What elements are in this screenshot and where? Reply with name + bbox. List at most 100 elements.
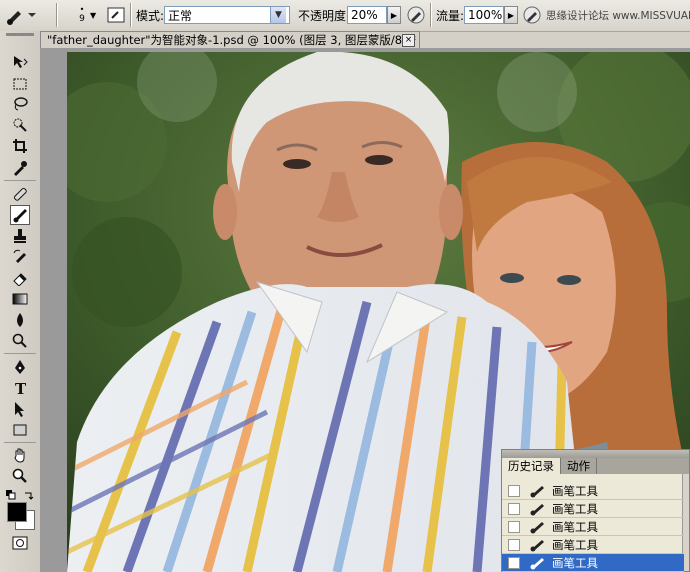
foreground-color-swatch[interactable] [7, 502, 27, 522]
rectangle-icon [13, 424, 27, 436]
opacity-slider-button[interactable]: ▶ [387, 6, 401, 24]
pen-icon [15, 360, 25, 374]
dodge-icon [12, 333, 27, 348]
path-selection-tool[interactable] [10, 399, 30, 419]
watermark-text: 思缘设计论坛 www.MISSVUAN.com [546, 9, 690, 22]
history-item-label: 画笔工具 [552, 537, 598, 552]
svg-text:T: T [15, 380, 27, 396]
type-tool[interactable]: T [10, 378, 30, 398]
history-item-label: 画笔工具 [552, 555, 598, 570]
move-tool[interactable] [10, 52, 30, 72]
eraser-icon [13, 273, 27, 286]
opacity-input[interactable]: 20% [347, 6, 387, 24]
gradient-tool[interactable] [10, 289, 30, 309]
airbrush-icon [523, 6, 541, 24]
brush-tool-preset-picker[interactable] [4, 4, 38, 26]
history-panel: 历史记录 动作 画笔工具 画笔工具 画笔工具 画笔工具 画笔工具 [501, 449, 690, 572]
gradient-icon [12, 293, 28, 305]
lasso-tool[interactable] [10, 94, 30, 114]
chevron-down-icon: ▼ [270, 7, 286, 23]
eyedropper-icon [14, 161, 27, 176]
airbrush-toggle-button[interactable] [406, 4, 426, 26]
blur-tool[interactable] [10, 310, 30, 330]
hand-tool[interactable] [10, 445, 30, 465]
arrow-cursor-icon [15, 402, 24, 417]
move-icon [14, 56, 28, 68]
quick-mask-icon [12, 536, 28, 550]
eraser-tool[interactable] [10, 268, 30, 288]
brush-dot-icon: • [79, 5, 85, 14]
history-source-checkbox[interactable] [508, 520, 520, 533]
magnifier-icon [12, 468, 27, 483]
stamp-icon [14, 229, 26, 243]
panel-header-bar[interactable] [502, 450, 689, 458]
clone-stamp-tool[interactable] [10, 226, 30, 246]
tab-actions[interactable]: 动作 [561, 458, 597, 474]
default-colors-icon[interactable] [6, 489, 16, 503]
marquee-icon [13, 78, 27, 90]
opacity-label: 不透明度: [298, 8, 351, 23]
airbrush-icon [407, 6, 425, 24]
brush-tool[interactable] [10, 205, 30, 225]
brush-icon [530, 485, 544, 497]
brush-icon [530, 557, 544, 569]
history-item-label: 画笔工具 [552, 519, 598, 534]
brush-panel-icon [107, 7, 125, 23]
brush-icon [13, 209, 27, 223]
history-item[interactable]: 画笔工具 [502, 482, 684, 500]
flow-label: 流量: [436, 8, 465, 23]
pen-tool[interactable] [10, 357, 30, 377]
bandage-icon [13, 187, 27, 201]
mode-select[interactable]: 正常 ▼ [164, 6, 290, 24]
swap-colors-icon[interactable] [24, 489, 34, 503]
quick-selection-tool[interactable] [10, 115, 30, 135]
mode-label: 模式: [136, 8, 165, 23]
history-source-checkbox[interactable] [508, 556, 520, 569]
opacity-value: 20% [351, 8, 378, 22]
brush-size-value: 9 [79, 14, 85, 24]
lasso-icon [14, 97, 28, 111]
history-item[interactable]: 画笔工具 [502, 518, 684, 536]
brush-icon [530, 503, 544, 515]
brush-panel-toggle-button[interactable] [106, 4, 126, 26]
crop-icon [13, 139, 27, 153]
flow-input[interactable]: 100% [464, 6, 504, 24]
rectangle-tool[interactable] [10, 420, 30, 440]
document-title: "father_daughter"为智能对象-1.psd @ 100% (图层 … [47, 33, 416, 47]
mode-value: 正常 [168, 8, 193, 23]
history-source-checkbox[interactable] [508, 484, 520, 497]
flow-value: 100% [468, 8, 503, 22]
flow-slider-button[interactable]: ▶ [504, 6, 518, 24]
history-item-label: 画笔工具 [552, 483, 598, 498]
crop-tool[interactable] [10, 136, 30, 156]
history-item-label: 画笔工具 [552, 501, 598, 516]
tools-panel: T [0, 31, 41, 572]
history-item[interactable]: 画笔工具 [502, 554, 684, 572]
healing-brush-tool[interactable] [10, 184, 30, 204]
zoom-tool[interactable] [10, 466, 30, 486]
type-icon: T [15, 380, 27, 396]
hand-icon [14, 448, 25, 463]
brush-icon [530, 539, 544, 551]
history-source-checkbox[interactable] [508, 538, 520, 551]
quick-selection-icon [13, 118, 27, 132]
quick-mask-button[interactable] [10, 533, 30, 553]
dodge-tool[interactable] [10, 331, 30, 351]
history-source-checkbox[interactable] [508, 502, 520, 515]
panel-grip[interactable] [6, 33, 34, 36]
tab-history[interactable]: 历史记录 [502, 458, 561, 474]
history-brush-icon [13, 249, 26, 263]
history-item[interactable]: 画笔工具 [502, 500, 684, 518]
airbrush-mode-button[interactable] [522, 4, 542, 26]
options-bar: • 9 ▼ 模式: 正常 ▼ 不透明度: 20% ▶ 流量: 100% ▶ 思缘… [0, 0, 690, 32]
history-brush-tool[interactable] [10, 247, 30, 267]
brush-size-arrow[interactable]: ▼ [90, 4, 96, 26]
history-item[interactable]: 画笔工具 [502, 536, 684, 554]
close-icon[interactable]: × [402, 34, 415, 47]
brush-icon [530, 521, 544, 533]
brush-preset-icon [7, 11, 36, 25]
eyedropper-tool[interactable] [10, 158, 30, 178]
document-tab[interactable]: "father_daughter"为智能对象-1.psd @ 100% (图层 … [40, 31, 420, 48]
marquee-tool[interactable] [10, 74, 30, 94]
blur-drop-icon [17, 313, 23, 327]
